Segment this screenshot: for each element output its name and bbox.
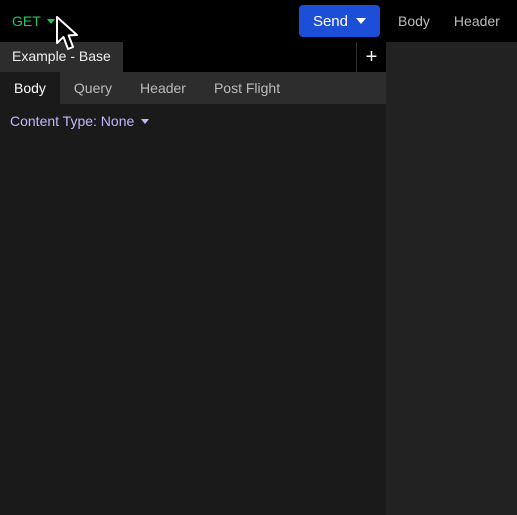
request-top-bar: GET Send <box>0 0 386 42</box>
example-tab-label: Example - Base <box>12 48 111 64</box>
chevron-down-icon <box>141 119 149 124</box>
add-example-button[interactable]: + <box>356 42 386 72</box>
http-method-select[interactable]: GET <box>0 0 67 42</box>
response-tabs: Body Header R <box>386 0 517 42</box>
response-panel: Body Header R <box>386 0 517 515</box>
example-tab-gap <box>123 42 356 72</box>
tab-query-label: Query <box>74 80 112 96</box>
response-tab-body[interactable]: Body <box>386 0 442 42</box>
content-type-select[interactable]: Content Type: None <box>0 104 386 138</box>
example-tab-base[interactable]: Example - Base <box>0 42 123 72</box>
http-method-label: GET <box>12 13 41 29</box>
request-tabs: Body Query Header Post Flight <box>0 72 386 104</box>
response-tab-extra[interactable]: R <box>512 0 517 42</box>
response-body-area <box>386 42 517 515</box>
chevron-down-icon <box>356 18 366 24</box>
send-button-label: Send <box>313 13 348 30</box>
response-tab-body-label: Body <box>398 13 430 29</box>
tab-query[interactable]: Query <box>60 72 126 104</box>
response-tab-header-label: Header <box>454 13 500 29</box>
request-panel: GET Send Example - Base + Body Query Hea… <box>0 0 386 515</box>
example-tab-row: Example - Base + <box>0 42 386 72</box>
send-button[interactable]: Send <box>299 5 380 37</box>
tab-post-flight[interactable]: Post Flight <box>200 72 294 104</box>
response-tab-header[interactable]: Header <box>442 0 512 42</box>
tab-header[interactable]: Header <box>126 72 200 104</box>
tab-post-flight-label: Post Flight <box>214 80 280 96</box>
tab-body[interactable]: Body <box>0 72 60 104</box>
chevron-down-icon <box>47 19 55 24</box>
tab-body-label: Body <box>14 80 46 96</box>
tab-header-label: Header <box>140 80 186 96</box>
plus-icon: + <box>366 47 378 67</box>
content-type-label: Content Type: None <box>10 113 134 129</box>
